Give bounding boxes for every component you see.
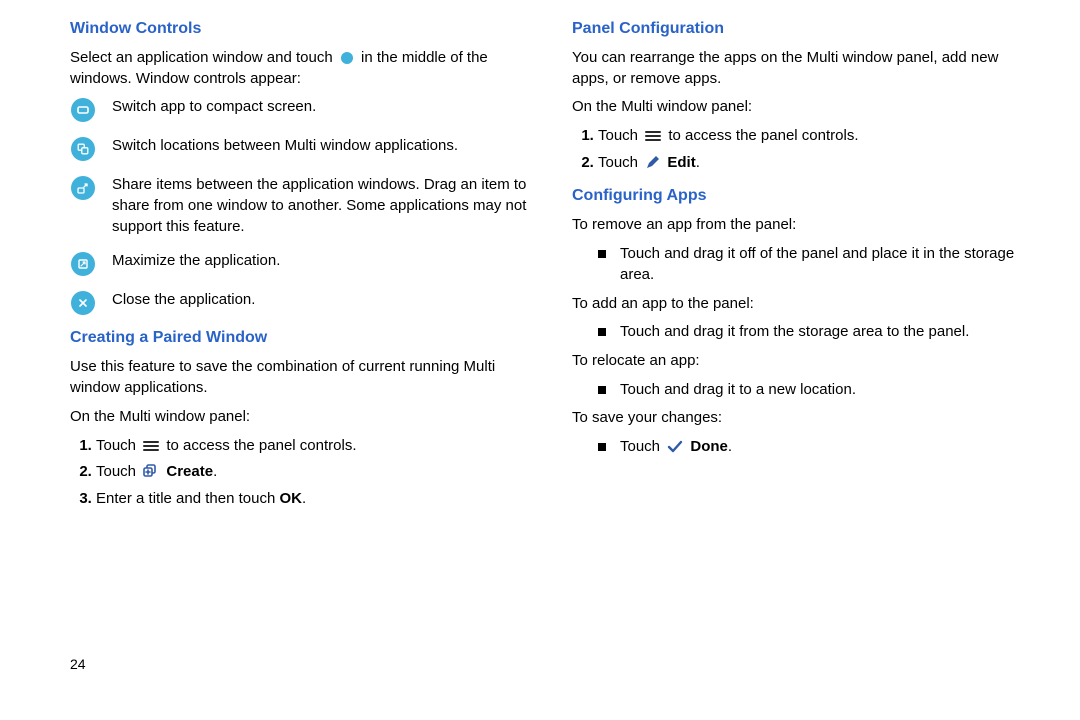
ca-add-item: Touch and drag it from the storage area … (598, 322, 1034, 343)
cpw-step1-a: Touch (96, 437, 136, 454)
ca-save-b: Done (690, 438, 728, 455)
ca-save-item: Touch Done. (598, 437, 1034, 458)
create-icon (143, 464, 159, 480)
wc-item-text: Switch app to compact screen. (112, 97, 316, 118)
wc-item-share: Share items between the application wind… (70, 175, 532, 237)
wc-item-text: Maximize the application. (112, 251, 280, 272)
ca-save-a: Touch (620, 438, 660, 455)
share-items-icon (70, 175, 96, 200)
cpw-step3-b: OK (279, 490, 302, 507)
pc-on: On the Multi window panel: (572, 97, 1034, 118)
hamburger-icon (143, 439, 159, 453)
pc-intro: You can rearrange the apps on the Multi … (572, 48, 1034, 89)
wc-item-text: Close the application. (112, 290, 255, 311)
ca-remove-label: To remove an app from the panel: (572, 215, 1034, 236)
compact-screen-icon (70, 97, 96, 122)
cpw-step2-c: . (213, 463, 217, 480)
ca-relocate-item: Touch and drag it to a new location. (598, 380, 1034, 401)
wc-item-maximize: Maximize the application. (70, 251, 532, 276)
pc-step-2: Touch Edit. (598, 153, 1034, 174)
pc-step1-a: Touch (598, 127, 638, 144)
pc-step2-c: . (696, 154, 700, 171)
heading-creating-paired-window: Creating a Paired Window (70, 329, 532, 347)
heading-window-controls: Window Controls (70, 20, 532, 38)
cpw-intro: Use this feature to save the combination… (70, 357, 532, 398)
wc-item-text: Switch locations between Multi window ap… (112, 136, 458, 157)
pc-step1-b: to access the panel controls. (668, 127, 858, 144)
ca-save-c: . (728, 438, 732, 455)
cpw-steps: Touch to access the panel controls. Touc… (70, 436, 532, 510)
cpw-step-2: Touch Create. (96, 462, 532, 483)
hamburger-icon (645, 129, 661, 143)
ca-add-list: Touch and drag it from the storage area … (572, 322, 1034, 343)
left-column: Window Controls Select an application wi… (70, 20, 562, 516)
pc-step-1: Touch to access the panel controls. (598, 126, 1034, 147)
ca-add-label: To add an app to the panel: (572, 294, 1034, 315)
wc-item-switch: Switch locations between Multi window ap… (70, 136, 532, 161)
ca-relocate-list: Touch and drag it to a new location. (572, 380, 1034, 401)
cpw-step3-c: . (302, 490, 306, 507)
window-controls-list: Switch app to compact screen. Switch loc… (70, 97, 532, 315)
page-number: 24 (70, 656, 86, 672)
edit-pencil-icon (645, 155, 660, 170)
wc-item-text: Share items between the application wind… (112, 175, 532, 237)
cpw-step1-b: to access the panel controls. (166, 437, 356, 454)
pc-step2-a: Touch (598, 154, 638, 171)
wc-item-close: Close the application. (70, 290, 532, 315)
wc-intro: Select an application window and touch i… (70, 48, 532, 89)
ca-remove-list: Touch and drag it off of the panel and p… (572, 244, 1034, 285)
pc-steps: Touch to access the panel controls. Touc… (572, 126, 1034, 173)
checkmark-icon (667, 440, 683, 454)
wc-item-compact: Switch app to compact screen. (70, 97, 532, 122)
heading-panel-configuration: Panel Configuration (572, 20, 1034, 38)
cpw-step2-b: Create (166, 463, 213, 480)
wc-intro-a: Select an application window and touch (70, 49, 333, 66)
cpw-step2-a: Touch (96, 463, 136, 480)
cpw-step-3: Enter a title and then touch OK. (96, 489, 532, 510)
heading-configuring-apps: Configuring Apps (572, 187, 1034, 205)
close-icon (70, 290, 96, 315)
maximize-icon (70, 251, 96, 276)
switch-location-icon (70, 136, 96, 161)
ca-save-list: Touch Done. (572, 437, 1034, 458)
pc-step2-b: Edit (667, 154, 695, 171)
ca-remove-item: Touch and drag it off of the panel and p… (598, 244, 1034, 285)
right-column: Panel Configuration You can rearrange th… (562, 20, 1034, 516)
cpw-step3-a: Enter a title and then touch (96, 490, 279, 507)
cpw-step-1: Touch to access the panel controls. (96, 436, 532, 457)
ca-relocate-label: To relocate an app: (572, 351, 1034, 372)
ca-save-label: To save your changes: (572, 408, 1034, 429)
dot-icon (340, 51, 354, 65)
cpw-on: On the Multi window panel: (70, 407, 532, 428)
